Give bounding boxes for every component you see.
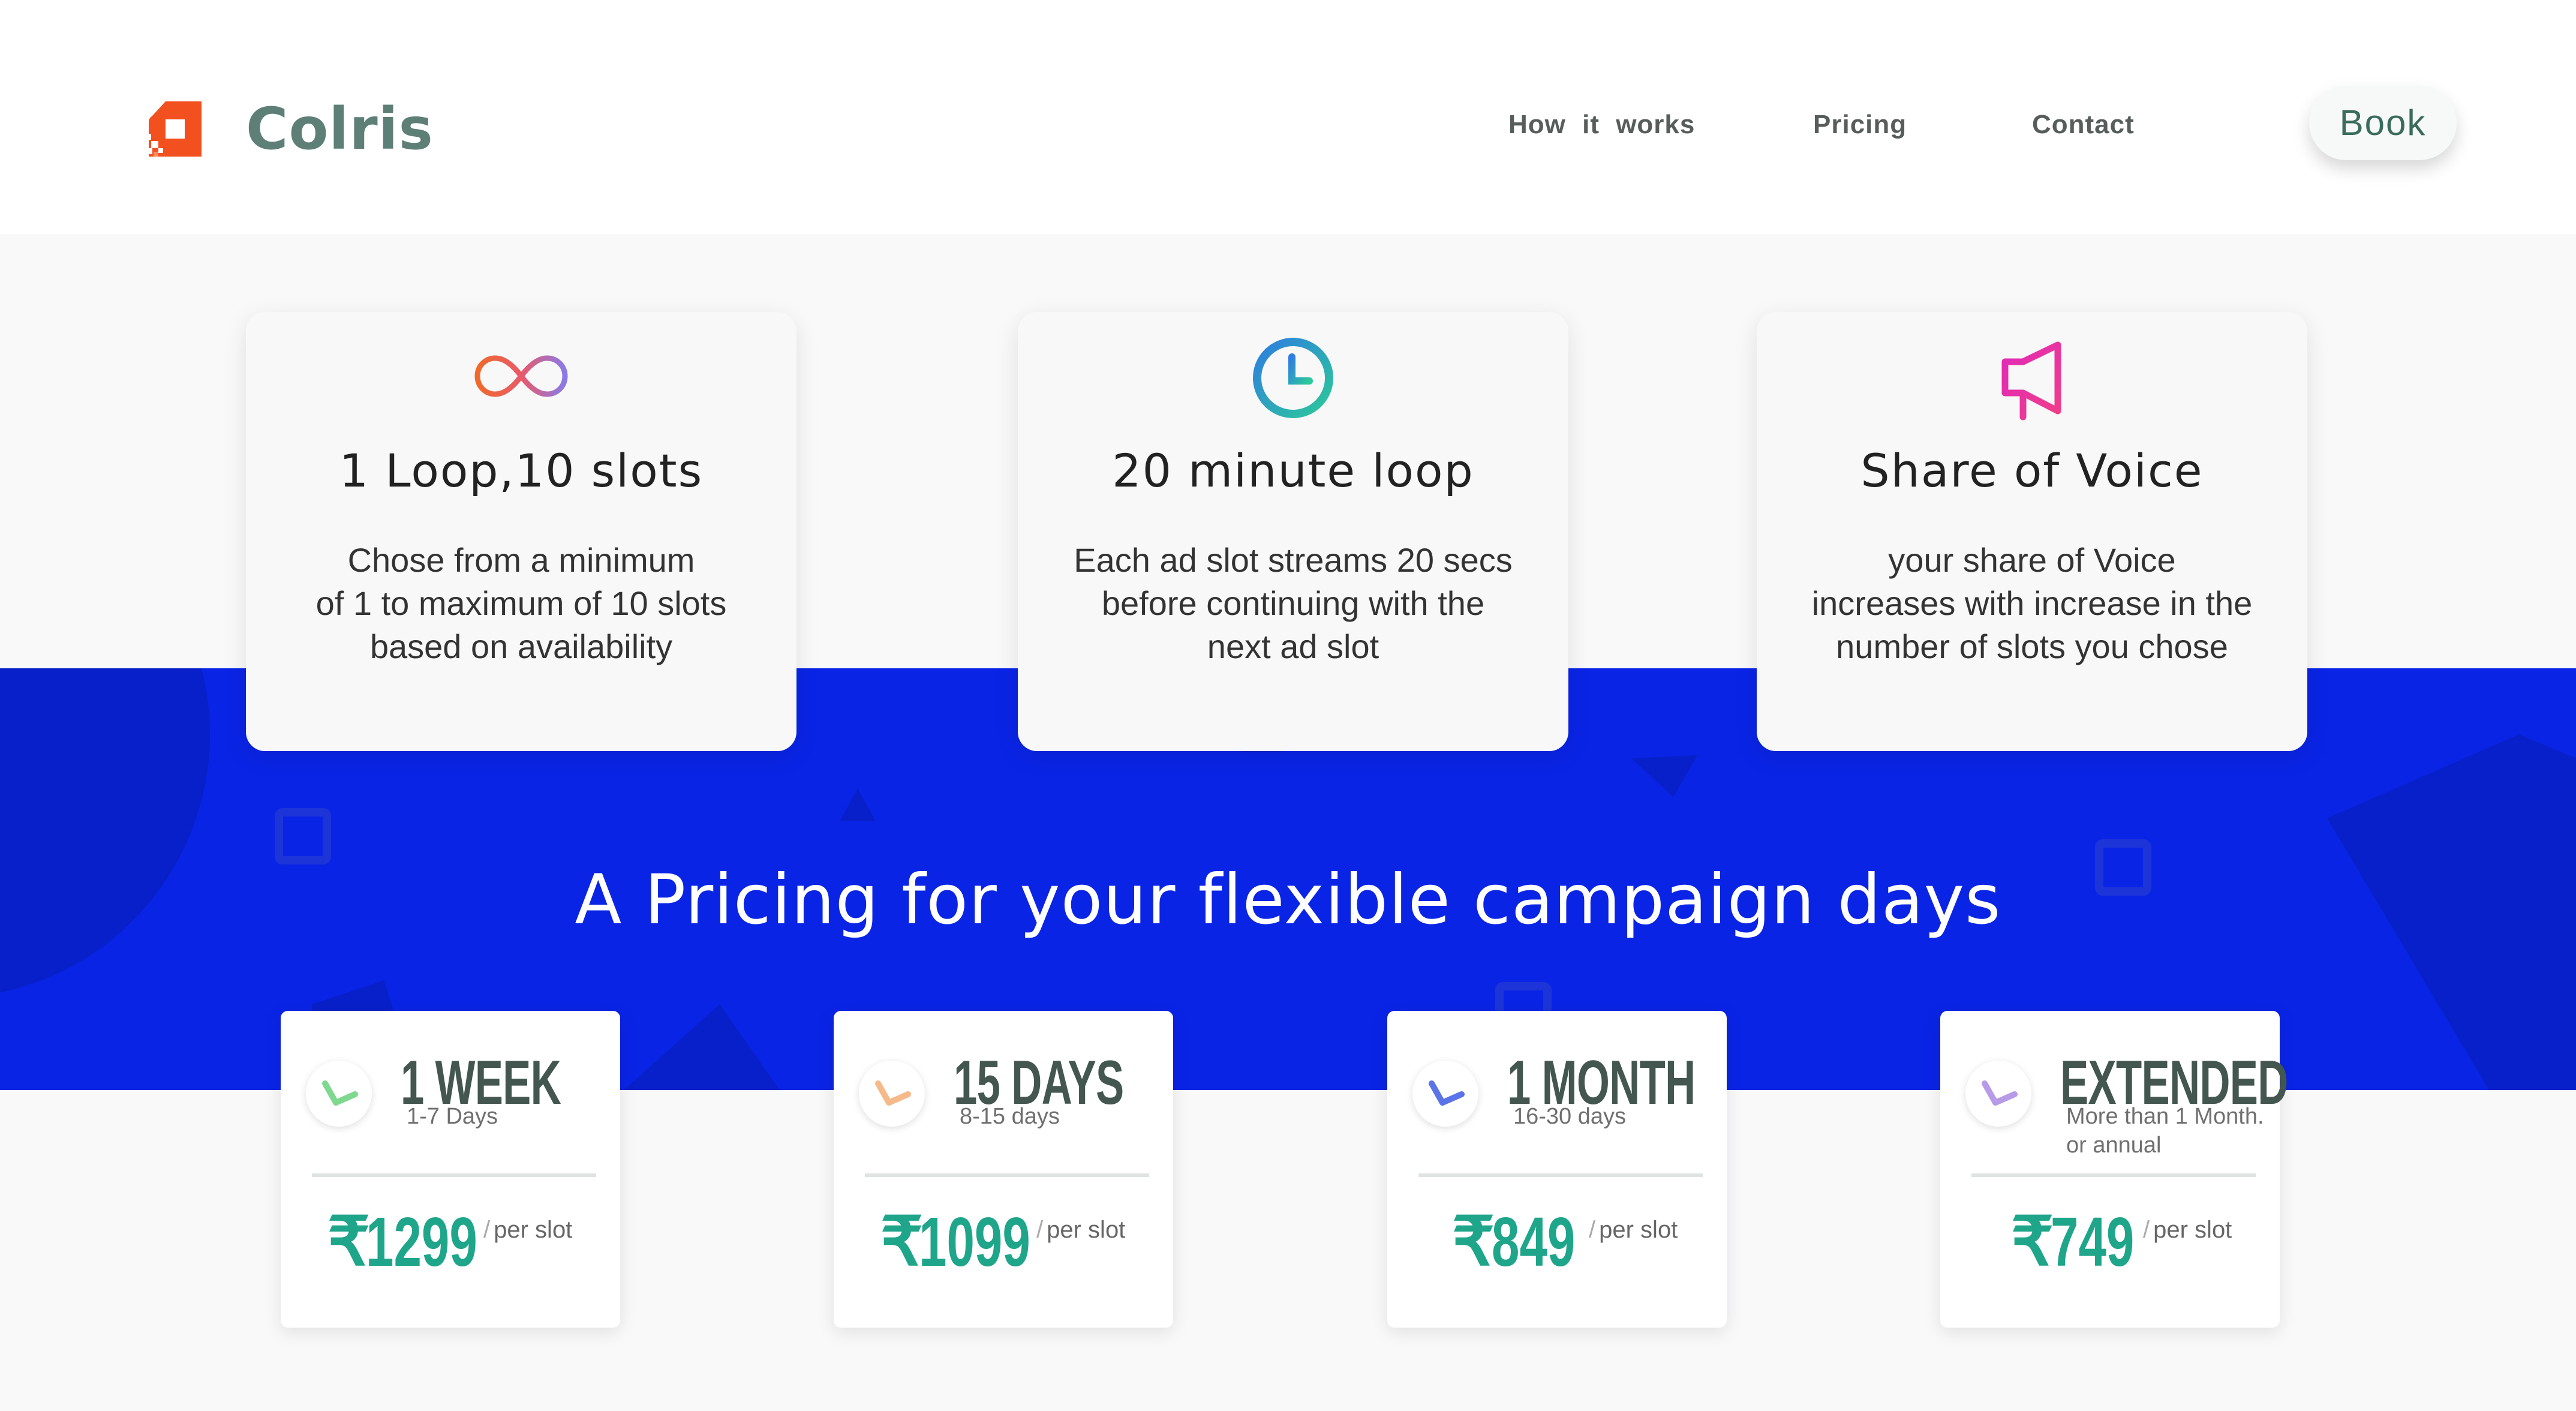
feature-title: Share of Voice xyxy=(1860,444,2204,497)
rupee-symbol: ₹ xyxy=(1452,1204,1495,1279)
nav-how-it-works[interactable]: How it works xyxy=(1508,107,1695,143)
site-header: Colris How it works Pricing Contact Book xyxy=(0,0,2576,234)
pricing-card-week[interactable]: 1 WEEK 1-7 Days ₹ 1299 /per slot xyxy=(281,1011,620,1328)
price-row: ₹ 1299 /per slot xyxy=(281,1203,620,1281)
plan-subtitle: 8-15 days xyxy=(960,1104,1060,1129)
infinity-icon xyxy=(474,355,568,397)
feature-card-loop: 1 Loop,10 slots Chose from a minimum of … xyxy=(246,312,796,751)
price-unit: / per slot xyxy=(1589,1217,1678,1243)
megaphone-icon xyxy=(2001,341,2061,421)
plan-subtitle: 1-7 Days xyxy=(407,1104,498,1129)
plan-subtitle: 16-30 days xyxy=(1513,1104,1627,1129)
divider xyxy=(312,1173,596,1177)
feature-card-share-of-voice: Share of Voice your share of Voice incre… xyxy=(1757,312,2307,751)
price-unit: / per slot xyxy=(483,1217,573,1243)
pricing-card-extended[interactable]: EXTENDED More than 1 Month. or annual ₹ … xyxy=(1940,1011,2288,1328)
nav-pricing[interactable]: Pricing xyxy=(1813,107,1907,143)
plan-subtitle: More than 1 Month. or annual xyxy=(2066,1104,2264,1158)
clock-icon xyxy=(1253,338,1333,418)
checkmark-icon xyxy=(1412,1061,1478,1127)
rupee-symbol: ₹ xyxy=(327,1204,371,1279)
divider xyxy=(1971,1173,2256,1177)
feature-title: 1 Loop,10 slots xyxy=(339,444,704,497)
plan-price: 749 xyxy=(2051,1203,2135,1281)
brand-name[interactable]: Colris xyxy=(246,87,434,171)
feature-title: 20 minute loop xyxy=(1112,444,1474,497)
feature-card-minute-loop: 20 minute loop Each ad slot streams 20 s… xyxy=(1018,312,1568,751)
plan-price: 1099 xyxy=(919,1203,1030,1281)
plan-price: 1299 xyxy=(366,1203,477,1281)
feature-description: your share of Voice increases with incre… xyxy=(1811,541,2253,665)
checkmark-icon xyxy=(859,1061,925,1127)
checkmark-icon xyxy=(1965,1061,2031,1127)
pricing-card-month[interactable]: 1 MONTH 16-30 days ₹ 849 /per slot xyxy=(1387,1011,1727,1328)
price-unit: / per slot xyxy=(1036,1217,1126,1243)
divider xyxy=(1418,1173,1703,1177)
price-row: ₹ 749 /per slot xyxy=(1940,1203,2280,1281)
price-row: ₹ 849 /per slot xyxy=(1387,1203,1727,1281)
nav-contact[interactable]: Contact xyxy=(2032,107,2135,143)
book-button[interactable]: Book xyxy=(2309,86,2457,160)
pricing-headline: A Pricing for your flexible campaign day… xyxy=(575,860,2001,939)
colris-logo-icon[interactable] xyxy=(145,98,205,160)
checkmark-icon xyxy=(306,1061,372,1127)
feature-description: Chose from a minimum of 1 to maximum of … xyxy=(315,541,727,665)
rupee-symbol: ₹ xyxy=(2011,1204,2054,1279)
rupee-symbol: ₹ xyxy=(880,1204,924,1279)
price-unit: / per slot xyxy=(2143,1217,2232,1243)
pricing-card-15-days[interactable]: 15 DAYS 8-15 days ₹ 1099 /per slot xyxy=(834,1011,1173,1328)
feature-description: Each ad slot streams 20 secs before cont… xyxy=(1074,541,1513,665)
price-row: ₹ 1099 /per slot xyxy=(834,1203,1173,1281)
divider xyxy=(865,1173,1149,1177)
plan-price: 849 xyxy=(1492,1203,1576,1281)
